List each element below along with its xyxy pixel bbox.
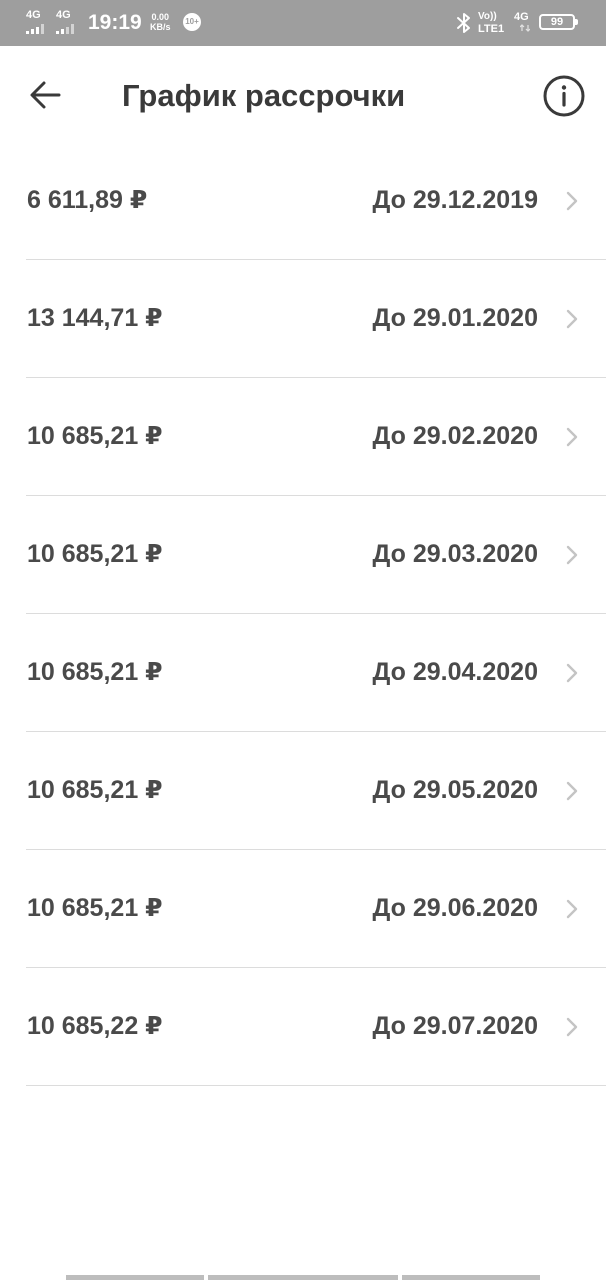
installment-due-date: До 29.01.2020: [372, 304, 538, 332]
bluetooth-icon: [457, 13, 470, 33]
installment-row[interactable]: 10 685,21 ₽ До 29.06.2020: [26, 850, 606, 968]
installment-schedule-list: 6 611,89 ₽ До 29.12.2019 13 144,71 ₽ До …: [0, 142, 606, 1086]
back-button[interactable]: [18, 74, 66, 118]
installment-due-date: До 29.07.2020: [372, 1012, 538, 1040]
notification-badge: 10+: [183, 13, 201, 31]
info-circle-icon: [543, 75, 585, 117]
installment-row[interactable]: 10 685,21 ₽ До 29.04.2020: [26, 614, 606, 732]
installment-due-date: До 29.12.2019: [372, 186, 538, 214]
chevron-right-icon: [566, 427, 578, 447]
bottom-nav-indicator: [66, 1275, 540, 1280]
signal-icon: 4G: [512, 12, 534, 34]
chevron-right-icon: [566, 781, 578, 801]
volte-label: Vo)): [478, 11, 497, 22]
chevron-right-icon: [566, 191, 578, 211]
status-bar: 4G 4G 19:19 0.00 KB/s 10+ Vo)) LTE1 4G 9…: [0, 0, 606, 46]
screen: 4G 4G 19:19 0.00 KB/s 10+ Vo)) LTE1 4G 9…: [0, 0, 606, 1280]
installment-amount: 13 144,71 ₽: [27, 304, 163, 332]
installment-amount: 10 685,21 ₽: [27, 776, 163, 804]
page-title: График рассрочки: [122, 78, 406, 113]
speed-value: 0.00: [151, 12, 170, 22]
installment-amount: 10 685,22 ₽: [27, 1012, 163, 1040]
arrow-left-icon: [30, 81, 61, 109]
installment-row[interactable]: 10 685,21 ₽ До 29.02.2020: [26, 378, 606, 496]
signal-icon: 4G: [56, 10, 78, 34]
network-type-label: 4G: [26, 9, 41, 21]
installment-amount: 10 685,21 ₽: [27, 658, 163, 686]
chevron-right-icon: [566, 663, 578, 683]
speed-unit: KB/s: [150, 22, 171, 32]
installment-row[interactable]: 10 685,21 ₽ До 29.05.2020: [26, 732, 606, 850]
installment-due-date: До 29.04.2020: [372, 658, 538, 686]
installment-due-date: До 29.03.2020: [372, 540, 538, 568]
network-speed: 0.00 KB/s: [150, 12, 171, 32]
status-time: 19:19: [88, 11, 142, 34]
network-type-label: 4G: [514, 11, 529, 23]
installment-due-date: До 29.05.2020: [372, 776, 538, 804]
info-button[interactable]: [540, 72, 588, 120]
network-type-label: 4G: [56, 9, 71, 21]
installment-row[interactable]: 13 144,71 ₽ До 29.01.2020: [26, 260, 606, 378]
installment-row[interactable]: 10 685,21 ₽ До 29.03.2020: [26, 496, 606, 614]
installment-amount: 10 685,21 ₽: [27, 540, 163, 568]
data-arrows-icon: [520, 24, 530, 32]
battery-level: 99: [550, 16, 564, 28]
installment-row[interactable]: 10 685,22 ₽ До 29.07.2020: [26, 968, 606, 1086]
installment-due-date: До 29.02.2020: [372, 422, 538, 450]
app-bar: График рассрочки: [0, 46, 606, 146]
installment-amount: 10 685,21 ₽: [27, 894, 163, 922]
chevron-right-icon: [566, 309, 578, 329]
chevron-right-icon: [566, 545, 578, 565]
battery-icon: 99: [539, 14, 578, 30]
volte-indicator: Vo)) LTE1: [478, 11, 504, 35]
installment-amount: 6 611,89 ₽: [27, 186, 148, 214]
signal-icon: 4G: [26, 10, 48, 34]
lte-label: LTE1: [478, 23, 505, 35]
chevron-right-icon: [566, 1017, 578, 1037]
chevron-right-icon: [566, 899, 578, 919]
installment-due-date: До 29.06.2020: [372, 894, 538, 922]
installment-row[interactable]: 6 611,89 ₽ До 29.12.2019: [26, 142, 606, 260]
installment-amount: 10 685,21 ₽: [27, 422, 163, 450]
